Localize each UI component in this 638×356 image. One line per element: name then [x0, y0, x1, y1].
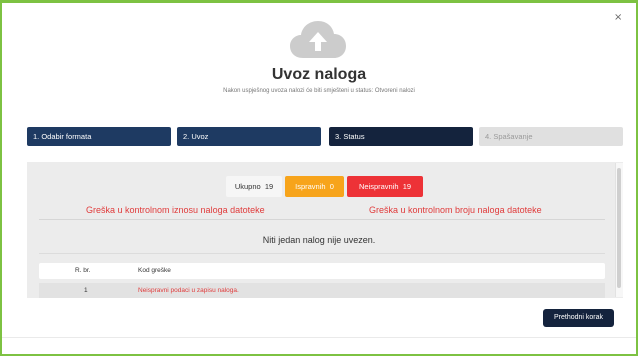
amount-error-message: Greška u kontrolnom iznosu naloga datote…: [86, 205, 265, 215]
column-header-nr: R. br.: [75, 267, 91, 274]
row-error-code: Neispravni podaci u zapisu naloga.: [138, 287, 239, 294]
invalid-count: 19: [402, 182, 412, 191]
cloud-upload-icon: [290, 21, 346, 58]
valid-label: Ispravnih: [295, 182, 326, 191]
dialog-subtitle: Nakon uspješnog uvoza nalozi će biti smj…: [223, 88, 415, 94]
step-uvoz[interactable]: 2. Uvoz: [177, 127, 321, 146]
column-header-kod: Kod greške: [138, 267, 171, 274]
divider: [39, 219, 605, 220]
valid-badge: Ispravnih 0: [285, 176, 344, 197]
table-row: 1 Neispravni podaci u zapisu naloga.: [39, 283, 605, 298]
panel-scrollbar-thumb[interactable]: [617, 168, 621, 288]
footer-divider: [2, 337, 636, 338]
row-number: 1: [84, 287, 88, 294]
step-status[interactable]: 3. Status: [329, 127, 473, 146]
total-badge: Ukupno 19: [226, 176, 282, 197]
step-spasavanje: 4. Spašavanje: [479, 127, 623, 146]
step-odabir-formata[interactable]: 1. Odabir formata: [27, 127, 171, 146]
error-table-header: R. br. Kod greške: [39, 263, 605, 279]
import-notice: Niti jedan nalog nije uvezen.: [262, 235, 376, 245]
close-icon[interactable]: ×: [614, 12, 622, 23]
valid-count: 0: [329, 182, 334, 191]
invalid-label: Neispravnih: [358, 182, 399, 191]
dialog-title: Uvoz naloga: [271, 66, 367, 83]
count-error-message: Greška u kontrolnom broju naloga datotek…: [369, 205, 542, 215]
total-label: Ukupno: [234, 182, 261, 191]
total-count: 19: [264, 182, 274, 191]
previous-step-button[interactable]: Prethodni korak: [543, 309, 614, 327]
divider: [39, 253, 605, 254]
invalid-badge: Neispravnih 19: [347, 176, 423, 197]
